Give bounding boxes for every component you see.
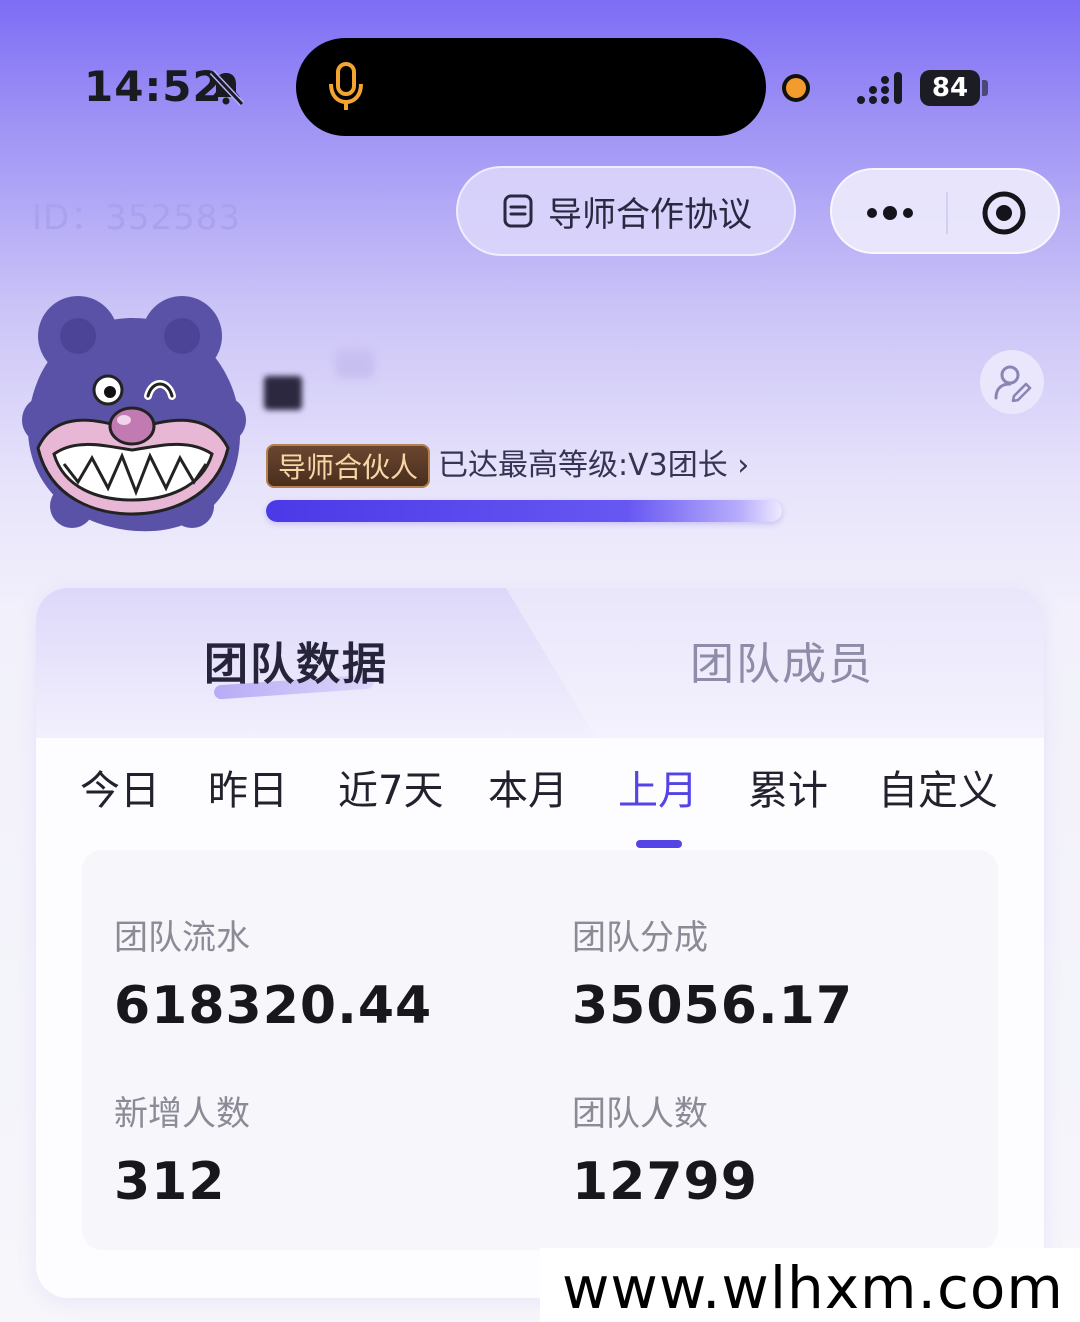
- tutor-agreement-button[interactable]: 导师合作协议: [456, 166, 796, 256]
- role-badge: 导师合伙人: [266, 444, 431, 488]
- level-progress-fill: [266, 500, 782, 522]
- more-icon[interactable]: [862, 196, 918, 230]
- stat-value-team-size: 12799: [572, 1152, 758, 1212]
- watermark-text: www.wlhxm.com: [562, 1254, 1064, 1322]
- user-name-redacted-2: [336, 350, 374, 378]
- team-data-card: 团队数据 团队成员 今日 昨日 近7天 本月 上月 累计 自定义 团队流水 61…: [36, 588, 1044, 1298]
- battery-cap: [982, 80, 988, 96]
- mini-program-capsule: [830, 168, 1060, 254]
- tutor-agreement-label: 导师合作协议: [548, 194, 752, 235]
- period-today[interactable]: 今日: [80, 758, 160, 816]
- period-active-indicator: [636, 840, 682, 848]
- period-last-month[interactable]: 上月: [618, 758, 698, 816]
- signal-icon: [857, 72, 902, 104]
- period-last-7-days[interactable]: 近7天: [338, 758, 443, 816]
- avatar[interactable]: [16, 288, 248, 544]
- bell-muted-icon: [209, 69, 245, 107]
- period-this-month[interactable]: 本月: [488, 758, 568, 816]
- stat-label-team-size: 团队人数: [572, 1094, 708, 1134]
- period-custom[interactable]: 自定义: [878, 758, 998, 816]
- edit-user-icon: [994, 365, 1032, 402]
- microphone-icon: [329, 62, 363, 110]
- tab-team-members[interactable]: 团队成员: [690, 628, 874, 692]
- stat-value-new-members: 312: [114, 1152, 226, 1212]
- doc-icon: [503, 194, 533, 228]
- recording-indicator: [782, 74, 810, 102]
- level-progress-bar: [266, 500, 782, 522]
- period-yesterday[interactable]: 昨日: [208, 758, 288, 816]
- stats-panel: 团队流水 618320.44 团队分成 35056.17 新增人数 312 团队…: [82, 850, 998, 1250]
- target-icon[interactable]: [980, 189, 1028, 237]
- level-link[interactable]: 已达最高等级:V3团长 ›: [438, 446, 749, 486]
- stat-label-new-members: 新增人数: [114, 1094, 250, 1134]
- stat-label-team-turnover: 团队流水: [114, 918, 250, 958]
- dynamic-island: [296, 38, 766, 136]
- stat-label-team-commission: 团队分成: [572, 918, 708, 958]
- user-name-redacted: [264, 376, 302, 410]
- status-time: 14:52: [84, 62, 223, 111]
- capsule-divider: [946, 192, 948, 234]
- tab-team-data[interactable]: 团队数据: [204, 628, 388, 692]
- watermark-banner: www.wlhxm.com: [540, 1248, 1080, 1322]
- stat-value-team-turnover: 618320.44: [114, 976, 433, 1036]
- period-cumulative[interactable]: 累计: [748, 758, 828, 816]
- battery-level: 84: [920, 70, 980, 106]
- period-selector: 今日 昨日 近7天 本月 上月 累计 自定义: [36, 758, 1044, 818]
- user-id: ID：352583: [32, 198, 241, 238]
- edit-profile-button[interactable]: [980, 350, 1044, 414]
- tab-bar: 团队数据 团队成员: [36, 588, 1044, 738]
- stat-value-team-commission: 35056.17: [572, 976, 854, 1036]
